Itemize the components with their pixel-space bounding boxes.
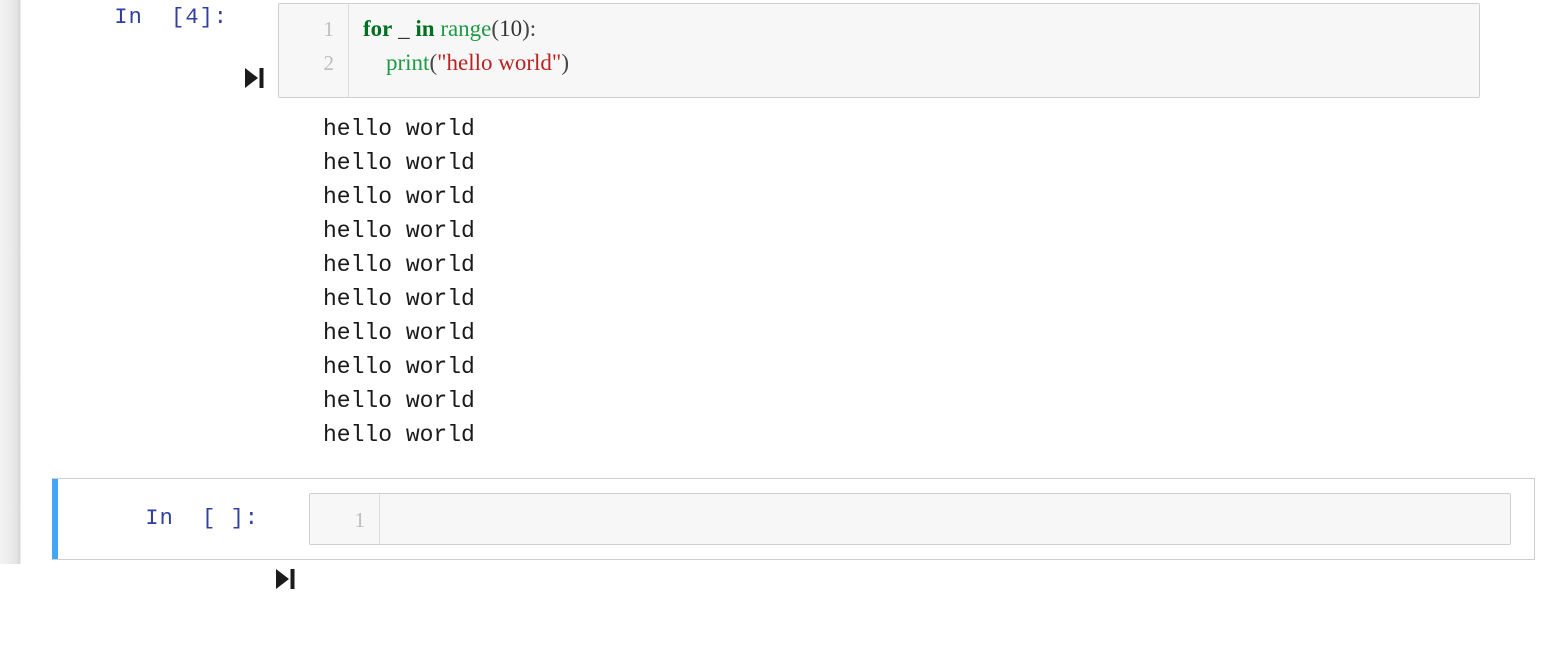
output-line: hello world [323, 422, 475, 448]
cell-prompt-label: In [4]: [114, 5, 228, 30]
code-token: ) [522, 16, 530, 41]
code-token: range [440, 16, 492, 41]
code-token: ( [429, 50, 438, 75]
line-number: 1 [354, 508, 366, 532]
code-token: "hello world" [437, 50, 562, 75]
code-editor-area[interactable] [380, 494, 1510, 544]
output-line: hello world [323, 218, 475, 244]
cell-prompt[interactable]: In [ ]: [58, 504, 309, 589]
code-token: ( [491, 16, 500, 41]
cell-output-stream: hello world hello world hello world hello w… [323, 112, 475, 452]
code-token: 10 [499, 16, 523, 41]
output-line: hello world [323, 286, 475, 312]
page-left-edge [0, 0, 21, 564]
notebook-body: In [4]: 1 2 for _ in range(10): print("h… [21, 0, 1550, 589]
run-cell-icon[interactable] [275, 508, 295, 589]
code-line: for _ in range(10): [363, 12, 1479, 46]
code-input-box[interactable]: 1 2 for _ in range(10): print("hello wor… [278, 3, 1480, 98]
code-editor-area[interactable]: for _ in range(10): print("hello world") [349, 4, 1479, 97]
output-line: hello world [323, 252, 475, 278]
code-cell-executed[interactable]: In [4]: 1 2 for _ in range(10): print("h… [21, 3, 1513, 98]
code-line: print("hello world") [363, 46, 1479, 80]
code-token: : [529, 16, 537, 41]
output-line: hello world [323, 320, 475, 346]
selected-cell-body: In [ ]: 1 [58, 479, 1534, 589]
cell-prompt[interactable]: In [4]: [21, 3, 278, 88]
code-token: _ [398, 16, 410, 41]
output-line: hello world [323, 388, 475, 414]
output-line: hello world [323, 184, 475, 210]
output-line: hello world [323, 354, 475, 380]
cell-prompt-label: In [ ]: [145, 506, 259, 531]
code-token: in [415, 16, 435, 41]
selected-cell-frame[interactable]: In [ ]: 1 [52, 478, 1535, 589]
line-number-gutter: 1 [310, 494, 380, 544]
notebook-screen: In [4]: 1 2 for _ in range(10): print("h… [0, 0, 1550, 589]
code-token: ) [561, 50, 569, 75]
code-cell-selected[interactable]: In [ ]: 1 [52, 478, 1535, 589]
output-line: hello world [323, 150, 475, 176]
cell-input-row: In [4]: 1 2 for _ in range(10): print("h… [21, 3, 1513, 98]
run-cell-icon[interactable] [244, 7, 264, 88]
output-line: hello world [323, 116, 475, 142]
code-token: for [363, 16, 393, 41]
code-input-box[interactable]: 1 [309, 493, 1511, 545]
